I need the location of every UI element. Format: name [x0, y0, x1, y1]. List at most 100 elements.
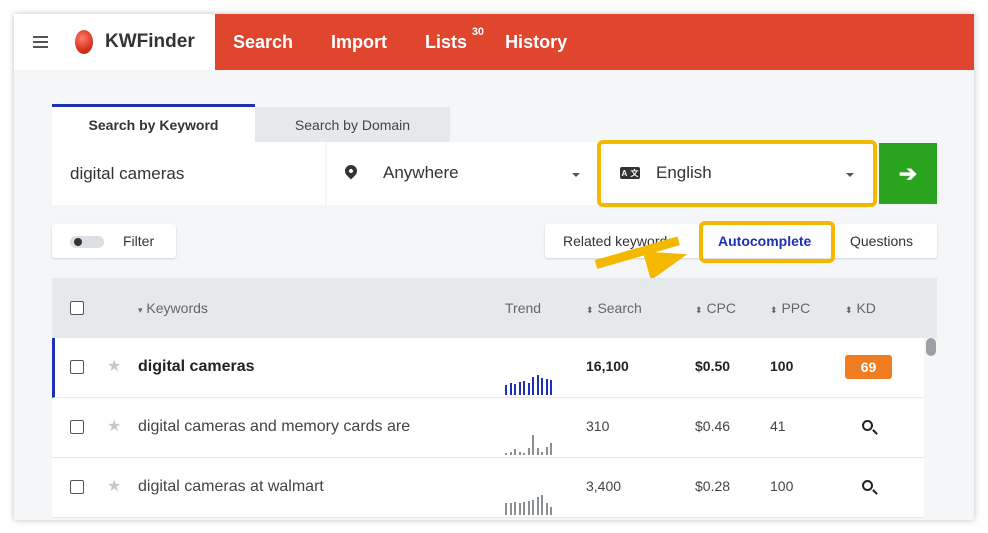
select-all-checkbox[interactable]: [70, 301, 84, 315]
table-scrollbar[interactable]: [926, 338, 936, 520]
sort-icon: ⬍: [770, 305, 778, 315]
trend-bar: [532, 377, 534, 395]
nav-history-label: History: [505, 31, 568, 52]
trend-bar: [505, 503, 507, 515]
row-keyword: digital cameras: [138, 358, 255, 375]
nav-lists-label: Lists: [425, 31, 468, 52]
arrow-right-icon: ➔: [898, 160, 918, 186]
trend-bar: [527, 448, 530, 455]
trend-bar: [523, 381, 525, 395]
nav-import[interactable]: Import: [331, 32, 387, 53]
brand-name: KWFinder: [105, 31, 195, 52]
sort-icon: ⬍: [845, 305, 853, 315]
trend-bar: [509, 383, 512, 395]
row-ppc: 41: [770, 418, 786, 434]
row-keyword: digital cameras at walmart: [138, 478, 324, 495]
col-keywords-label: Keywords: [146, 300, 208, 316]
table-row[interactable]: ★ digital cameras at walmart 3,400 $0.28…: [52, 458, 924, 518]
trend-bar: [550, 380, 552, 395]
trend-bar: [509, 503, 512, 515]
trend-bar: [550, 507, 552, 515]
sort-icon: ⬍: [695, 305, 703, 315]
filter-toggle-button[interactable]: Filter: [52, 224, 176, 258]
row-cpc: $0.50: [695, 358, 731, 374]
location-select[interactable]: Anywhere: [327, 142, 602, 205]
row-keyword: digital cameras and memory cards are: [138, 418, 411, 435]
trend-sparkline: [505, 458, 557, 517]
trend-bar: [523, 502, 525, 515]
tab-search-by-domain[interactable]: Search by Domain: [255, 107, 450, 142]
row-search-volume: 16,100: [586, 358, 629, 374]
col-search-label: Search: [597, 300, 642, 316]
trend-bar: [541, 495, 543, 515]
trend-sparkline: [505, 398, 557, 457]
search-submit-button[interactable]: ➔: [879, 143, 937, 204]
search-kd-icon[interactable]: [862, 420, 873, 431]
col-trend: Trend: [505, 300, 542, 316]
trend-bar: [545, 503, 548, 515]
row-search-volume: 310: [586, 418, 610, 434]
row-ppc: 100: [770, 358, 794, 374]
row-cpc: $0.46: [695, 418, 731, 434]
kd-badge: 69: [845, 355, 892, 379]
col-ppc[interactable]: ⬍ PPC: [770, 300, 810, 316]
sort-icon: ▾: [138, 305, 143, 315]
row-ppc: 100: [770, 478, 794, 494]
hamburger-menu-icon[interactable]: [33, 36, 48, 48]
trend-bar: [545, 379, 548, 395]
scrollbar-thumb[interactable]: [926, 338, 936, 356]
trend-bar: [509, 452, 512, 455]
trend-bar: [514, 449, 516, 455]
col-cpc[interactable]: ⬍ CPC: [695, 300, 736, 316]
brand-area: KWFinder: [14, 14, 215, 70]
autocomplete-highlight-outline: [699, 221, 835, 263]
trend-bar: [536, 375, 539, 395]
trend-bar: [541, 452, 543, 455]
nav-search[interactable]: Search: [233, 32, 293, 53]
row-checkbox[interactable]: [70, 360, 84, 374]
nav-search-label: Search: [233, 31, 294, 52]
col-cpc-label: CPC: [706, 300, 736, 316]
filter-label: Filter: [123, 233, 155, 249]
trend-bar: [536, 497, 539, 515]
table-header: ▾ Keywords Trend ⬍ Search ⬍ CPC ⬍ PPC ⬍ …: [52, 278, 937, 338]
kwfinder-logo-icon: [75, 30, 93, 54]
table-row[interactable]: ★ digital cameras 16,100 $0.50 100 69: [52, 338, 924, 398]
star-icon[interactable]: ★: [107, 476, 121, 496]
row-cpc: $0.28: [695, 478, 731, 494]
language-highlight-outline: [597, 140, 877, 207]
trend-bar: [523, 453, 525, 455]
trend-bar: [514, 502, 516, 515]
trend-bar: [545, 447, 548, 455]
row-checkbox[interactable]: [70, 420, 84, 434]
location-value: Anywhere: [383, 163, 459, 182]
col-search[interactable]: ⬍ Search: [586, 300, 642, 316]
search-kd-icon[interactable]: [862, 480, 873, 491]
col-kd[interactable]: ⬍ KD: [845, 300, 876, 316]
nav-lists[interactable]: Lists 30: [425, 26, 484, 53]
row-checkbox[interactable]: [70, 480, 84, 494]
filter-switch[interactable]: [70, 236, 104, 248]
trend-bar: [532, 435, 534, 455]
nav-history[interactable]: History: [505, 32, 567, 53]
app-window: KWFinder Search Import Lists 30 History S…: [14, 14, 974, 520]
trend-bar: [527, 383, 530, 395]
table-row[interactable]: ★ digital cameras and memory cards are 3…: [52, 398, 924, 458]
star-icon[interactable]: ★: [107, 416, 121, 436]
top-nav-bar: KWFinder Search Import Lists 30 History: [14, 14, 974, 70]
keyword-input[interactable]: [52, 142, 325, 205]
sort-icon: ⬍: [586, 305, 594, 315]
trend-bar: [505, 385, 507, 395]
segment-questions[interactable]: Questions: [850, 233, 913, 249]
trend-bar: [532, 500, 534, 515]
location-pin-icon: [342, 162, 360, 180]
trend-bar: [518, 382, 521, 395]
tab-search-by-keyword[interactable]: Search by Keyword: [52, 104, 255, 142]
trend-bar: [541, 378, 543, 395]
lists-count-badge: 30: [471, 25, 485, 38]
trend-bar: [527, 501, 530, 515]
trend-bar: [536, 448, 539, 455]
col-keywords[interactable]: ▾ Keywords: [138, 300, 208, 316]
star-icon[interactable]: ★: [107, 356, 121, 376]
trend-bar: [550, 443, 552, 455]
